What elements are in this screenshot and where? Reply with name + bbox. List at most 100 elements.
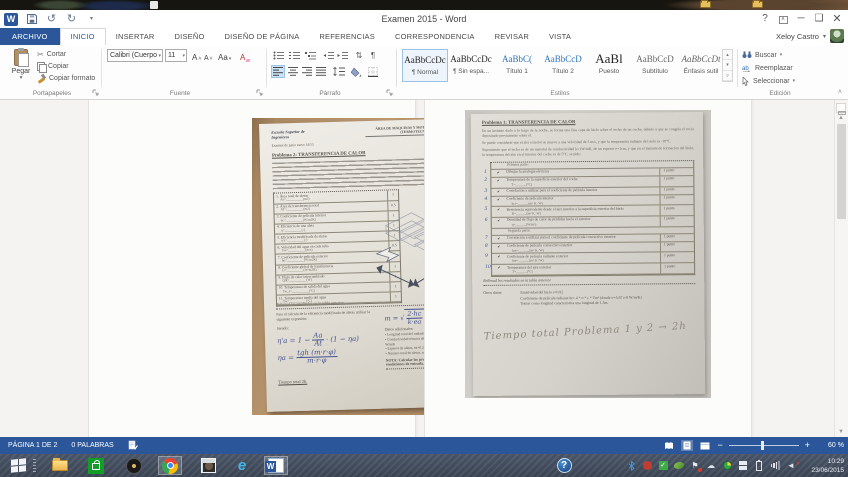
taskbar-clock[interactable]: 10:29 23/06/2015 <box>811 456 844 475</box>
volume-muted-icon[interactable]: ◄ <box>786 461 796 471</box>
read-mode-button[interactable] <box>663 440 675 451</box>
start-button[interactable] <box>6 456 30 475</box>
scrollbar-thumb[interactable] <box>837 124 846 219</box>
web-layout-button[interactable] <box>699 440 711 451</box>
ribbon-tab[interactable]: CORRESPONDENCIA <box>385 28 485 45</box>
ribbon-tab[interactable]: INICIO <box>60 28 106 45</box>
antivirus-icon[interactable]: ✓ <box>658 461 668 471</box>
font-dialog-launcher[interactable] <box>256 89 264 97</box>
desktop-icon[interactable] <box>150 1 158 9</box>
cut-button[interactable]: ✂ Cortar <box>37 49 66 60</box>
decrease-indent-button[interactable] <box>321 49 335 62</box>
align-left-button[interactable] <box>271 65 285 78</box>
clear-formatting-button[interactable]: A <box>240 49 250 62</box>
grow-font-button[interactable]: A˄ <box>192 49 201 62</box>
ribbon-tab[interactable]: DISEÑO DE PÁGINA <box>215 28 310 45</box>
collapse-ribbon-button[interactable]: ˄ <box>838 89 842 96</box>
chrome-button[interactable] <box>158 456 182 475</box>
minimize-icon[interactable]: ─ <box>792 11 810 27</box>
document-canvas[interactable]: Escuela Superior de Ingenieros ÁREA DE M… <box>0 100 848 437</box>
leaf-icon[interactable] <box>674 461 684 471</box>
maximize-icon[interactable]: ❑ <box>810 11 828 27</box>
proofing-icon[interactable] <box>128 440 138 452</box>
numbering-button[interactable] <box>287 49 301 62</box>
paste-button[interactable]: Pegar ▾ <box>6 49 36 91</box>
styles-more-button[interactable]: ▿ <box>723 71 732 81</box>
style-card[interactable]: AaBbC( Título 1 <box>494 49 540 82</box>
bluetooth-icon[interactable] <box>626 461 636 471</box>
align-center-button[interactable] <box>286 65 300 78</box>
document-page-1[interactable]: Escuela Superior de Ingenieros ÁREA DE M… <box>88 100 416 437</box>
style-card[interactable]: AaBbCcDc ¶ Sin espa... <box>448 49 494 82</box>
word-count[interactable]: 0 PALABRAS <box>71 442 113 449</box>
desktop-folder-icon[interactable] <box>700 1 711 8</box>
clipboard-dialog-launcher[interactable] <box>92 89 100 97</box>
shrink-font-button[interactable]: A˅ <box>204 49 213 62</box>
action-center-icon[interactable]: ⚑ <box>690 461 700 471</box>
zoom-slider[interactable] <box>729 445 799 446</box>
vertical-scrollbar[interactable]: ▲ ▼ <box>834 100 848 437</box>
word-taskbar-button[interactable] <box>264 456 288 475</box>
zoom-in-button[interactable]: + <box>805 441 810 450</box>
page-indicator[interactable]: PÁGINA 1 DE 2 <box>8 442 57 449</box>
increase-indent-button[interactable] <box>335 49 349 62</box>
recording-icon[interactable] <box>642 461 652 471</box>
photo-app-button[interactable] <box>196 456 220 475</box>
close-icon[interactable]: ✕ <box>828 11 846 27</box>
ribbon-tab[interactable]: INSERTAR <box>106 28 165 45</box>
style-card[interactable]: AaBbCcD Subtítulo <box>632 49 678 82</box>
find-button[interactable]: Buscar ▾ <box>742 49 782 61</box>
desktop-folder-icon[interactable] <box>752 1 763 8</box>
ruler-toggle-button[interactable] <box>836 103 846 113</box>
zoom-out-button[interactable]: − <box>717 441 722 450</box>
style-card[interactable]: AaBl Puesto <box>586 49 632 82</box>
ribbon-tab[interactable]: VISTA <box>539 28 581 45</box>
windows-tray-icon[interactable] <box>738 461 748 471</box>
internet-explorer-button[interactable]: e <box>230 456 254 475</box>
onedrive-icon[interactable]: ☁ <box>706 461 716 471</box>
bullets-button[interactable] <box>271 49 285 62</box>
align-right-button[interactable] <box>300 65 314 78</box>
borders-button[interactable] <box>366 65 380 78</box>
ribbon-options-icon[interactable]: ˄ <box>774 11 792 27</box>
paragraph-dialog-launcher[interactable] <box>386 89 394 97</box>
ribbon-tab[interactable]: DISEÑO <box>165 28 215 45</box>
font-name-select[interactable]: Calibri (Cuerpo▾ <box>107 49 163 62</box>
account-menu[interactable]: Xeloy Castro ▾ <box>776 29 844 43</box>
font-size-select[interactable]: 11▾ <box>165 49 187 62</box>
zoom-level[interactable]: 60 % <box>816 442 844 449</box>
status-orb-icon[interactable] <box>722 461 732 471</box>
style-card[interactable]: AaBbCcD Título 2 <box>540 49 586 82</box>
styles-scroll-down[interactable]: ▾ <box>723 60 732 70</box>
ribbon-tab[interactable]: REFERENCIAS <box>309 28 385 45</box>
help-icon[interactable]: ? <box>756 11 774 27</box>
network-icon[interactable] <box>770 461 780 471</box>
media-player-button[interactable] <box>122 456 146 475</box>
taskbar-grip[interactable] <box>33 459 36 472</box>
justify-button[interactable] <box>314 65 328 78</box>
tray-help-button[interactable]: ? <box>552 456 576 475</box>
ribbon-tab[interactable]: ARCHIVO <box>0 28 60 45</box>
format-painter-button[interactable]: Copiar formato <box>37 73 95 84</box>
sort-button[interactable]: ⇅ <box>352 49 366 62</box>
select-button[interactable]: Seleccionar ▾ <box>742 75 795 87</box>
print-layout-button[interactable] <box>681 440 693 451</box>
line-spacing-button[interactable] <box>332 65 346 78</box>
scroll-up-button[interactable]: ▲ <box>834 115 848 121</box>
copy-button[interactable]: Copiar <box>37 61 69 72</box>
avatar[interactable] <box>830 29 844 43</box>
multilevel-list-button[interactable] <box>303 49 317 62</box>
zoom-slider-thumb[interactable] <box>761 441 764 450</box>
styles-scroll-up[interactable]: ▴ <box>723 50 732 60</box>
style-card[interactable]: AaBbCcDt Énfasis sutil <box>678 49 724 82</box>
change-case-button[interactable]: Aa▾ <box>218 49 231 62</box>
store-button[interactable] <box>84 456 108 475</box>
style-card[interactable]: AaBbCcDc ¶ Normal <box>402 49 448 82</box>
pilcrow-button[interactable]: ¶ <box>366 49 380 62</box>
replace-button[interactable]: ab Reemplazar <box>742 62 793 74</box>
shading-button[interactable] <box>349 65 363 78</box>
ribbon-tab[interactable]: REVISAR <box>485 28 539 45</box>
file-explorer-button[interactable] <box>48 456 72 475</box>
document-page-2[interactable]: Problema 1: TRANSFERENCIA DE CALOR En un… <box>424 100 752 437</box>
battery-icon[interactable] <box>754 461 764 471</box>
